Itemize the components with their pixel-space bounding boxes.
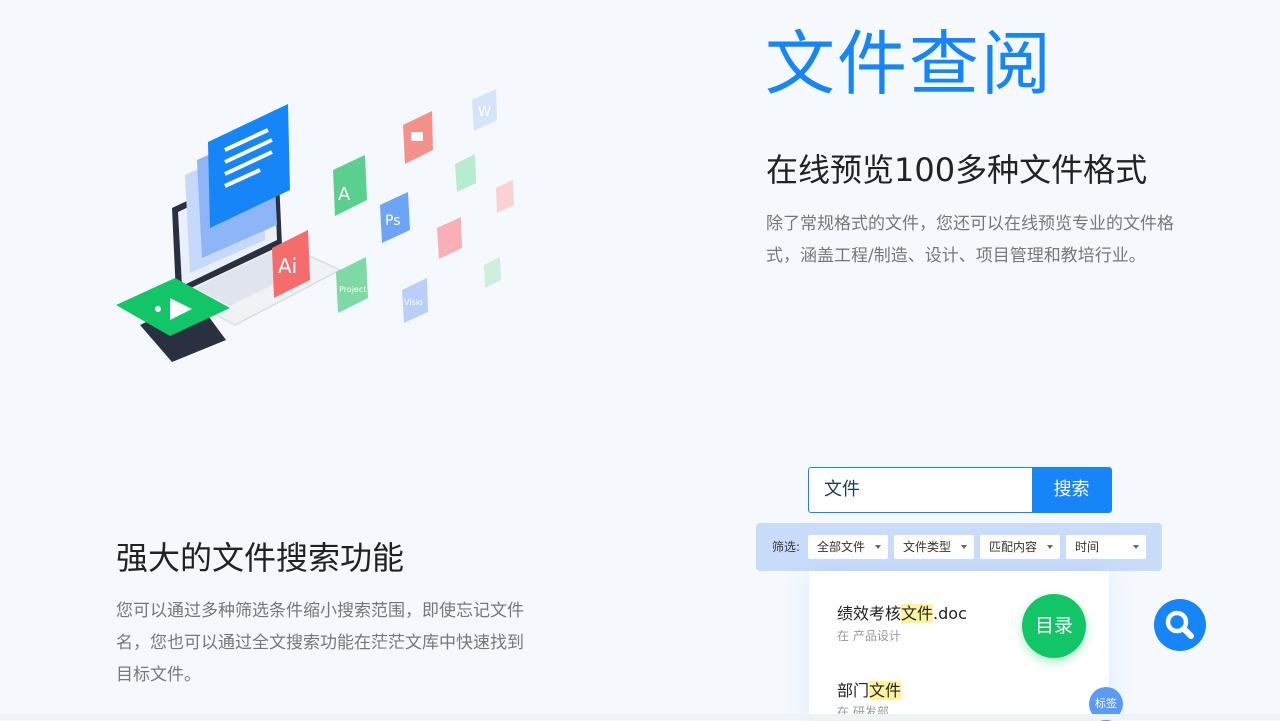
search-icon	[1154, 599, 1206, 651]
filter-time[interactable]: 时间	[1066, 535, 1146, 559]
ps-file-label: Ps	[385, 213, 401, 229]
page-title: 文件查阅	[765, 22, 1053, 106]
filter-time-label: 时间	[1075, 540, 1099, 554]
result-title-highlight: 文件	[901, 604, 933, 623]
bottom-divider	[0, 714, 1280, 720]
filter-match-content-label: 匹配内容	[989, 540, 1037, 554]
filter-file-type-label: 文件类型	[903, 540, 951, 554]
filter-label: 筛选:	[772, 523, 800, 571]
filter-file-type[interactable]: 文件类型	[894, 535, 974, 559]
file-preview-illustration: Ai A Ps Project Visio W	[100, 80, 540, 380]
section-heading-preview: 在线预览100多种文件格式	[766, 148, 1147, 192]
result-title-prefix: 部门	[837, 681, 869, 700]
word-file-label: W	[478, 105, 491, 120]
section-description-search: 您可以通过多种筛选条件缩小搜索范围，即使忘记文件名，您也可以通过全文搜索功能在茫…	[116, 595, 526, 691]
ai-small-icon	[484, 257, 501, 288]
chevron-down-icon	[875, 545, 881, 549]
result-location: 在 产品设计	[837, 627, 901, 644]
result-title-suffix: .doc	[933, 604, 967, 623]
result-title[interactable]: 绩效考核文件.doc	[837, 600, 967, 624]
search-fab-button[interactable]	[1154, 599, 1206, 651]
filter-all-files-label: 全部文件	[817, 540, 865, 554]
excel-file-icon	[455, 154, 476, 192]
a-file-label: A	[338, 184, 351, 205]
chevron-down-icon	[961, 545, 967, 549]
filter-bar: 筛选: 全部文件 文件类型 匹配内容 时间	[756, 523, 1162, 571]
result-title-highlight: 文件	[869, 681, 901, 700]
filter-all-files[interactable]: 全部文件	[808, 535, 888, 559]
ai-file-label: Ai	[278, 254, 297, 278]
project-file-label: Project	[339, 285, 366, 294]
pdf-file-icon	[437, 217, 462, 259]
chevron-down-icon	[1047, 545, 1053, 549]
result-title-prefix: 绩效考核	[837, 604, 901, 623]
section-description-preview: 除了常规格式的文件，您还可以在线预览专业的文件格式，涵盖工程/制造、设计、项目管…	[766, 208, 1176, 272]
section-heading-search: 强大的文件搜索功能	[116, 536, 404, 580]
search-button[interactable]: 搜索	[1032, 468, 1111, 512]
chevron-down-icon	[1133, 545, 1139, 549]
result-title[interactable]: 部门文件	[837, 677, 901, 701]
search-input[interactable]	[809, 468, 1031, 512]
visio-file-label: Visio	[404, 298, 423, 307]
filter-match-content[interactable]: 匹配内容	[980, 535, 1060, 559]
pdf-small-icon	[496, 180, 514, 213]
search-bar: 搜索	[808, 467, 1112, 513]
toc-button[interactable]: 目录	[1022, 594, 1086, 658]
